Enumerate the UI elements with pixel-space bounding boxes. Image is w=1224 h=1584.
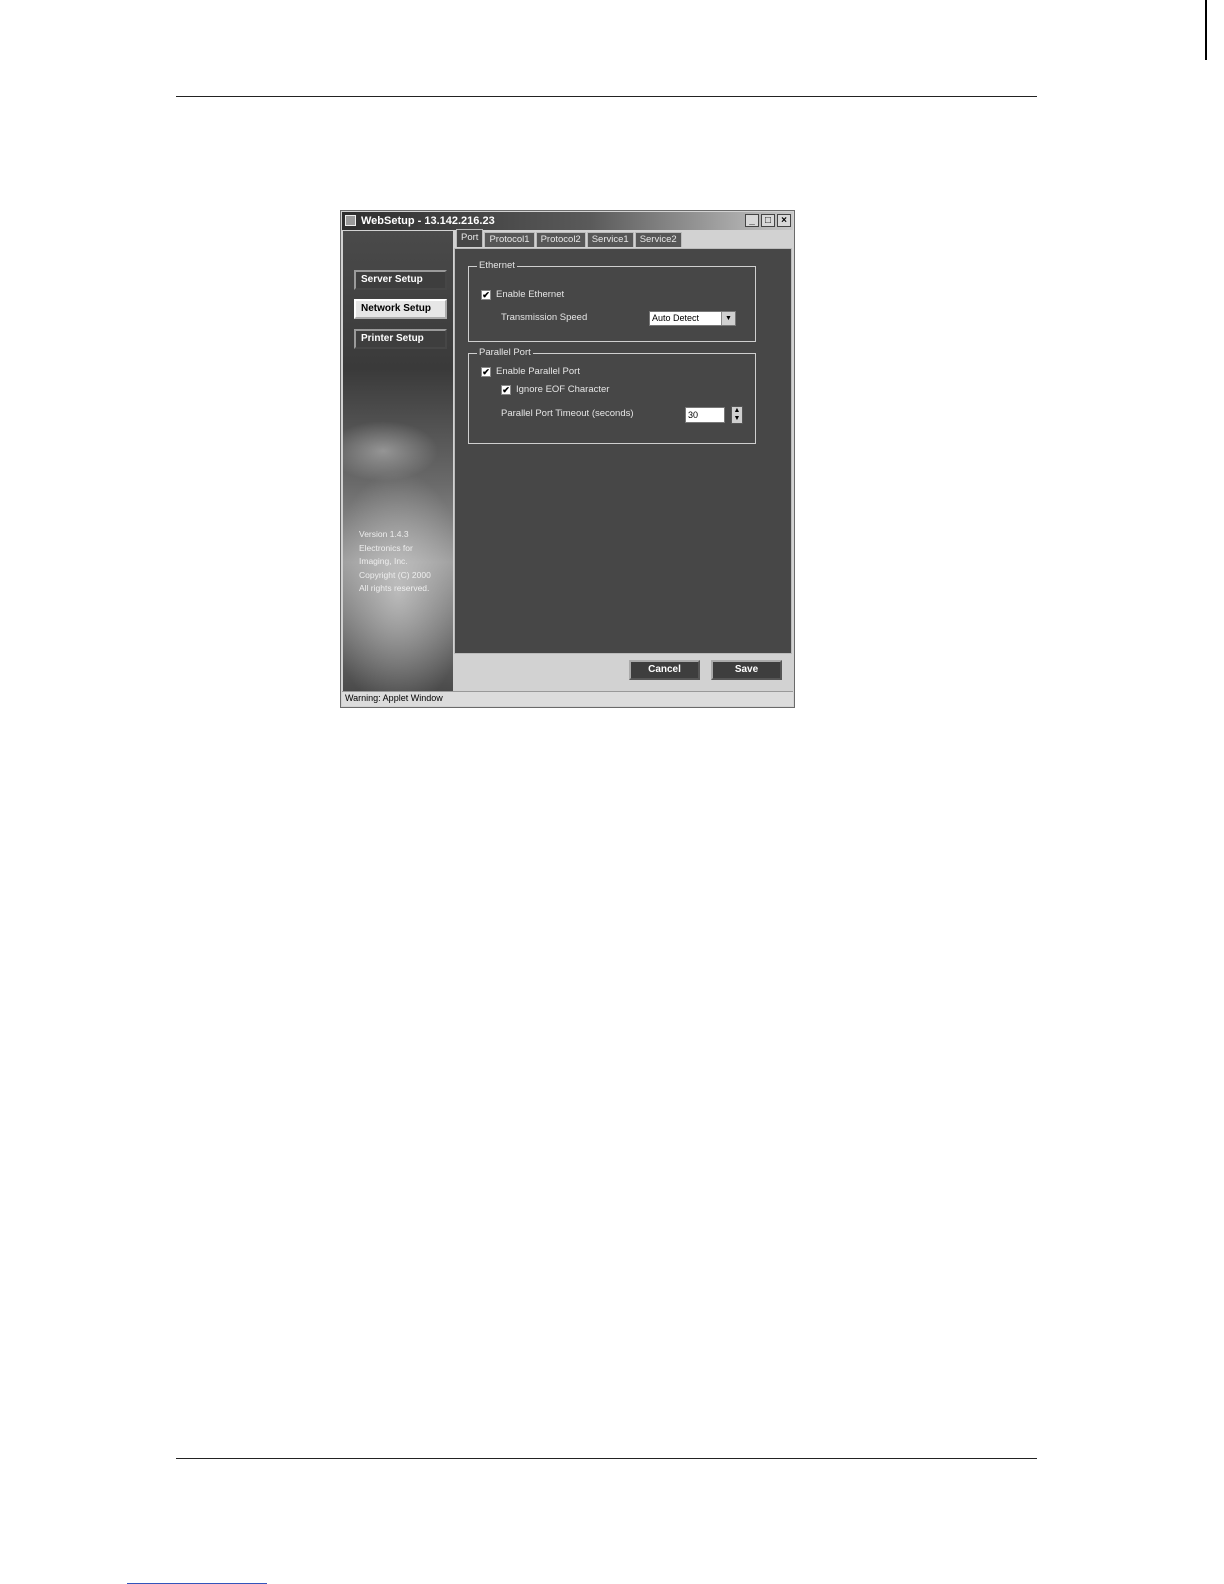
ethernet-group-label: Ethernet (477, 260, 517, 272)
enable-ethernet-row[interactable]: ✔ Enable Ethernet (481, 289, 564, 300)
version-line: Electronics for (359, 542, 413, 553)
page-header-rule (176, 96, 1037, 97)
page-corner-mark (1205, 0, 1207, 60)
enable-ethernet-checkbox[interactable]: ✔ (481, 289, 491, 300)
page-footer-rule (176, 1458, 1037, 1459)
spin-down-icon[interactable]: ▼ (732, 415, 742, 423)
server-setup-button[interactable]: Server Setup (354, 270, 447, 290)
ignore-eof-checkbox[interactable]: ✔ (501, 384, 511, 395)
window-title: WebSetup - 13.142.216.23 (361, 215, 495, 227)
minimize-button[interactable]: _ (745, 214, 759, 227)
enable-parallel-checkbox[interactable]: ✔ (481, 366, 491, 377)
transmission-speed-value: Auto Detect (652, 313, 700, 323)
version-info: Version 1.4.3 Electronics for Imaging, I… (359, 528, 451, 596)
close-button[interactable]: × (777, 214, 791, 227)
spin-up-icon[interactable]: ▲ (732, 407, 742, 415)
maximize-button[interactable]: □ (761, 214, 775, 227)
chevron-down-icon[interactable]: ▼ (721, 312, 735, 325)
parallel-port-group: Parallel Port ✔ Enable Parallel Port ✔ I… (468, 347, 756, 444)
enable-parallel-row[interactable]: ✔ Enable Parallel Port (481, 366, 580, 377)
version-line: All rights reserved. (359, 583, 430, 593)
version-line: Version 1.4.3 (359, 529, 409, 539)
ignore-eof-label: Ignore EOF Character (516, 384, 610, 395)
tab-bar: Port Protocol1 Protocol2 Service1 Servic… (456, 229, 683, 247)
cancel-button[interactable]: Cancel (629, 660, 700, 680)
enable-ethernet-label: Enable Ethernet (496, 289, 565, 300)
status-bar: Warning: Applet Window (342, 691, 793, 706)
parallel-port-group-label: Parallel Port (477, 347, 533, 359)
save-button[interactable]: Save (711, 660, 782, 680)
tab-port[interactable]: Port (456, 229, 484, 247)
transmission-speed-label: Transmission Speed (501, 312, 588, 323)
timeout-spinner[interactable]: ▲ ▼ (731, 406, 743, 424)
network-setup-button[interactable]: Network Setup (354, 299, 447, 319)
parallel-timeout-label: Parallel Port Timeout (seconds) (501, 408, 634, 419)
ignore-eof-row[interactable]: ✔ Ignore EOF Character (501, 384, 609, 395)
version-line: Copyright (C) 2000 (359, 569, 431, 580)
left-panel: Server Setup Network Setup Printer Setup… (343, 231, 453, 691)
tab-content-port: Ethernet ✔ Enable Ethernet Transmission … (454, 248, 792, 654)
websetup-window: WebSetup - 13.142.216.23 _ □ × Server Se… (340, 210, 795, 708)
transmission-speed-select[interactable]: Auto Detect ▼ (649, 311, 736, 326)
printer-setup-button[interactable]: Printer Setup (354, 329, 447, 349)
app-icon (345, 215, 356, 226)
title-bar[interactable]: WebSetup - 13.142.216.23 _ □ × (342, 212, 793, 230)
tab-protocol1[interactable]: Protocol1 (484, 232, 535, 247)
parallel-timeout-input[interactable]: 30 (685, 407, 725, 423)
ethernet-group: Ethernet ✔ Enable Ethernet Transmission … (468, 260, 756, 342)
tab-service2[interactable]: Service2 (634, 232, 682, 247)
tab-service1[interactable]: Service1 (586, 232, 634, 247)
enable-parallel-label: Enable Parallel Port (496, 366, 580, 377)
version-line: Imaging, Inc. (359, 556, 408, 566)
tab-protocol2[interactable]: Protocol2 (535, 232, 586, 247)
